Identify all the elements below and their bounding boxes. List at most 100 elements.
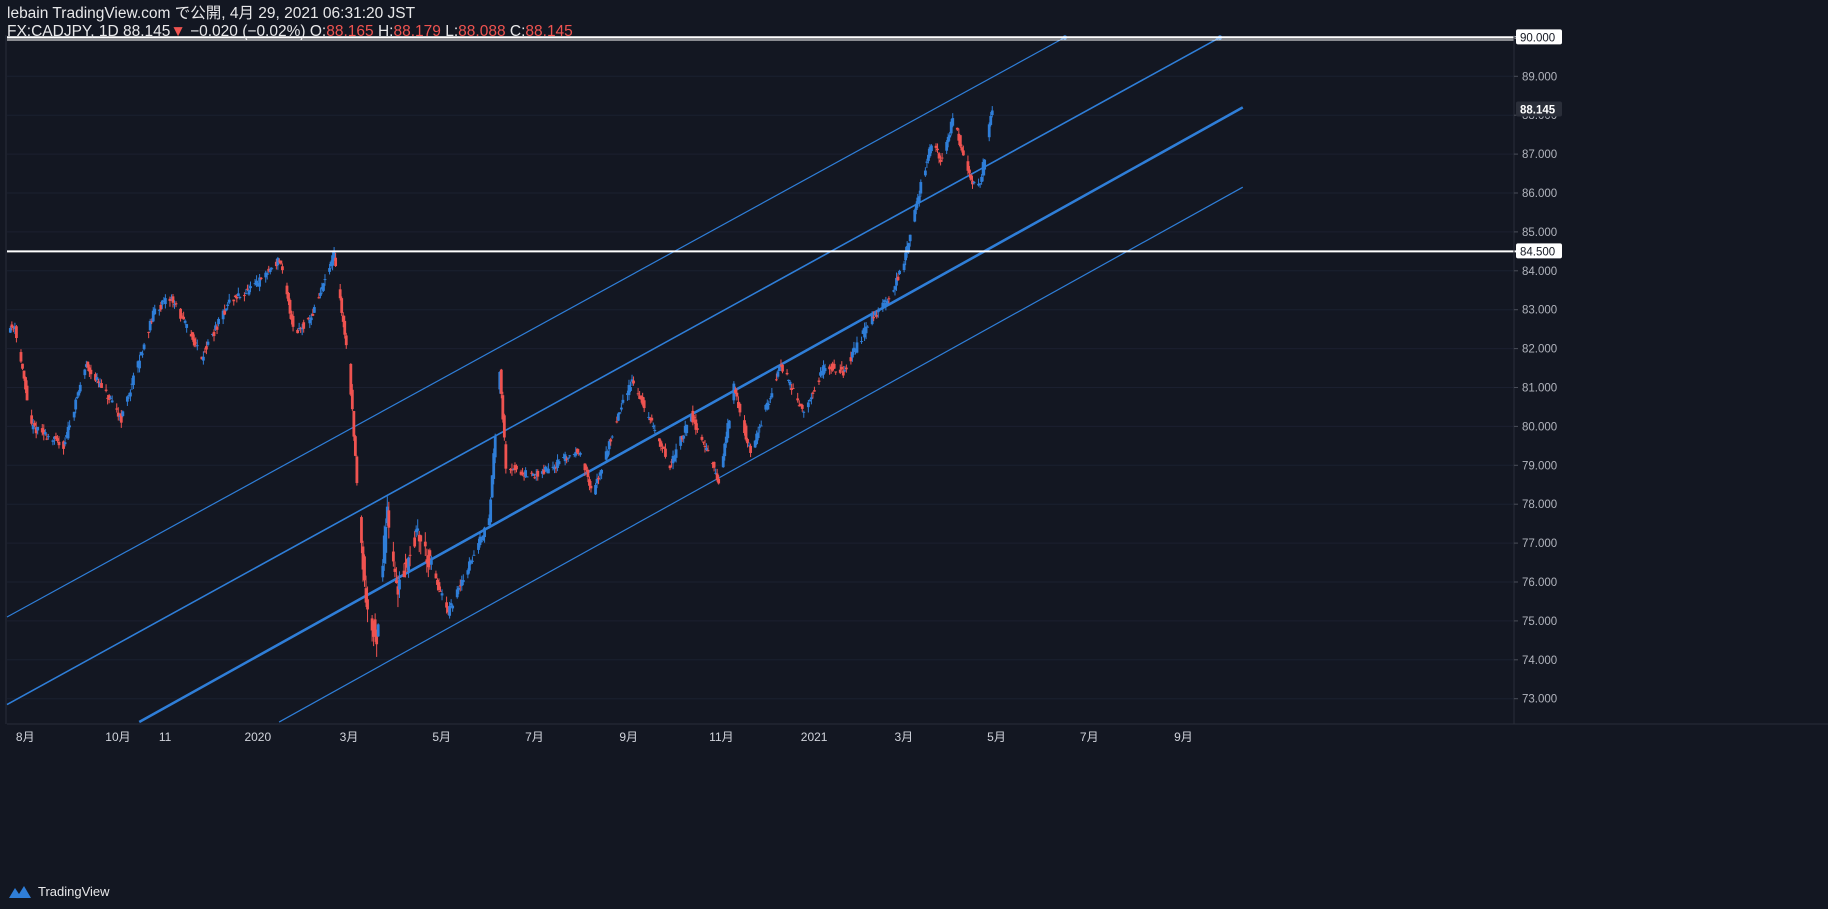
candle-body (659, 441, 663, 447)
candle-body (281, 266, 284, 271)
candle-body (960, 147, 964, 151)
candle-body (478, 536, 482, 546)
close-label: C: (509, 23, 526, 40)
candle-body (606, 451, 610, 457)
candle-body (778, 366, 781, 371)
candle-body (647, 416, 651, 418)
candle-body (902, 263, 906, 271)
candle-body (955, 127, 959, 130)
candle-body (109, 397, 113, 399)
candle-body (881, 302, 885, 309)
candle-body (493, 435, 497, 458)
candle-body (823, 368, 827, 372)
candle-body (334, 257, 338, 267)
candle-body (51, 440, 55, 442)
candle-body (428, 550, 432, 557)
candle-body (107, 395, 111, 400)
candle-body (89, 369, 93, 375)
candle-body (787, 379, 790, 381)
candle-body (86, 361, 90, 368)
candle-body (765, 402, 769, 410)
y-tick-label: 79.000 (1522, 460, 1557, 472)
candle-body (153, 308, 157, 315)
candle-body (896, 276, 900, 281)
candle-body (733, 389, 737, 393)
ohlc-legend: FX:CADJPY, 1D 88.145▼ −0.020 (−0.02%) O:… (7, 23, 573, 41)
candle-body (595, 478, 599, 484)
candle-body (565, 458, 569, 460)
x-tick-label: 7月 (1080, 730, 1099, 744)
candle-body (843, 370, 847, 372)
candle-body (557, 461, 561, 465)
candle-body (586, 469, 590, 477)
candle-body (180, 315, 184, 317)
x-tick-label: 8月 (16, 730, 35, 744)
candle-body (235, 296, 239, 299)
candle-body (391, 551, 395, 562)
candle-body (989, 116, 993, 125)
candle-body (319, 292, 322, 296)
candle-body (398, 579, 401, 590)
candle-body (171, 296, 175, 303)
x-tick-label: 11月 (709, 730, 733, 744)
candle-body (125, 396, 129, 402)
candle-body (657, 438, 661, 442)
candle-body (43, 432, 47, 435)
candle-body (849, 357, 853, 362)
price-chart[interactable]: 73.000 74.000 75.000 76.000 77.000 78.000 79.0… (0, 0, 1828, 909)
candle-body (480, 541, 483, 543)
candle-body (483, 527, 486, 538)
candle-body (934, 145, 938, 148)
candle-body (607, 441, 611, 450)
candle-body (832, 363, 836, 369)
y-tick-label: 85.000 (1522, 227, 1557, 239)
tradingview-footer[interactable]: TradingView (8, 884, 110, 899)
candle-body (875, 315, 879, 317)
candle-body (530, 472, 534, 474)
candle-body (439, 590, 442, 592)
candle-body (876, 310, 880, 313)
candle-body (77, 391, 81, 396)
channel-line-bottom (278, 186, 1244, 723)
candle-body (717, 478, 721, 484)
axes: 73.000 74.000 75.000 76.000 77.000 78.000 79.0… (5, 29, 1828, 744)
candles (8, 106, 994, 657)
candle-body (75, 396, 79, 399)
candle-body (907, 243, 911, 251)
candle-body (168, 298, 172, 301)
high-value: 88.179 (393, 23, 441, 40)
candle-body (233, 295, 237, 297)
candle-body (343, 320, 347, 335)
candle-body (588, 479, 591, 486)
candle-body (600, 469, 604, 474)
candle-body (129, 392, 132, 397)
candle-body (721, 456, 725, 468)
candle-body (402, 570, 406, 578)
candle-body (121, 411, 125, 416)
brand-label: TradingView (38, 884, 110, 899)
candle-body (288, 300, 292, 314)
candle-body (972, 181, 976, 184)
candle-body (393, 568, 397, 572)
candle-body (749, 445, 752, 453)
candle-body (352, 411, 356, 437)
candle-body (322, 283, 325, 291)
candle-body (735, 392, 739, 397)
candle-body (232, 299, 236, 302)
candle-body (951, 118, 955, 126)
candle-body (309, 317, 313, 321)
open-label: O: (309, 23, 327, 40)
x-tick-label: 7月 (525, 730, 544, 744)
candle-body (194, 342, 198, 344)
candle-body (796, 398, 800, 401)
low-value: 88.088 (458, 23, 506, 40)
candle-body (471, 560, 474, 562)
candle-body (887, 298, 891, 300)
candle-body (308, 319, 312, 324)
x-tick-label: 10月 (105, 730, 130, 744)
change-value: −0.020 (−0.02%) (190, 23, 306, 40)
candle-body (46, 436, 50, 438)
candle-body (407, 557, 410, 571)
y-tick-label: 73.000 (1522, 694, 1557, 706)
candle-body (664, 448, 667, 457)
